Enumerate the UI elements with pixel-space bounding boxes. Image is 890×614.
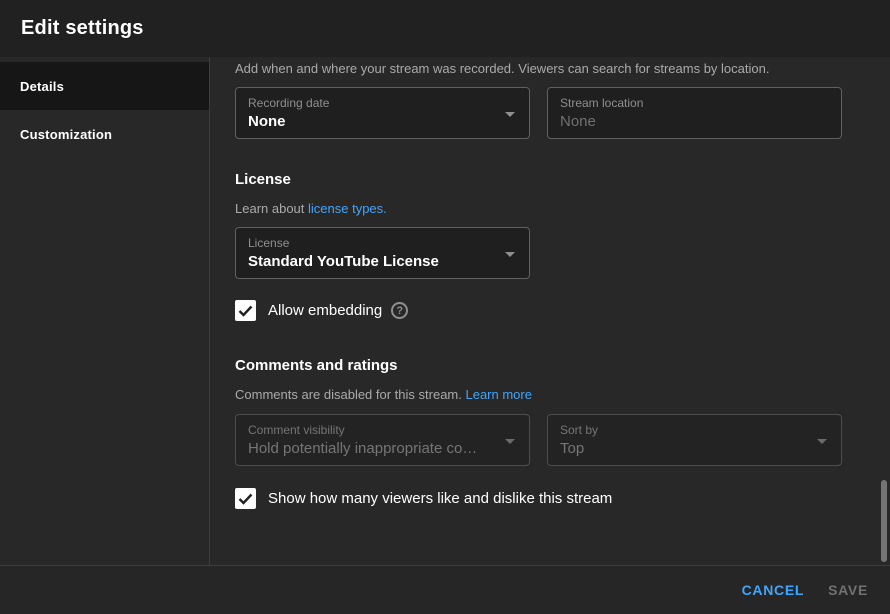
sort-by-value: Top (560, 438, 807, 459)
sort-by-label: Sort by (560, 422, 807, 438)
recording-date-label: Recording date (248, 95, 495, 111)
check-icon (238, 305, 253, 317)
license-section-heading: License (235, 170, 890, 190)
details-panel: Add when and where your stream was recor… (210, 57, 890, 565)
sidebar-item-label: Details (20, 79, 64, 94)
show-ratings-row: Show how many viewers like and dislike t… (235, 488, 890, 509)
comment-visibility-value: Hold potentially inappropriate co… (248, 438, 495, 459)
comments-settings-row: Comment visibility Hold potentially inap… (235, 414, 890, 466)
sidebar-item-customization[interactable]: Customization (0, 110, 209, 158)
chevron-down-icon (505, 252, 515, 257)
dialog-title: Edit settings (21, 17, 144, 40)
learn-more-link[interactable]: Learn more (465, 387, 531, 402)
comments-note: Comments are disabled for this stream. L… (235, 386, 890, 404)
sidebar-item-label: Customization (20, 127, 112, 142)
chevron-down-icon (505, 439, 515, 444)
license-types-link[interactable]: license types. (308, 201, 387, 216)
date-location-row: Recording date None Stream location None (235, 87, 890, 139)
comments-section-heading: Comments and ratings (235, 356, 890, 376)
chevron-down-icon (505, 112, 515, 117)
comments-note-text: Comments are disabled for this stream. (235, 387, 465, 402)
scrollbar-thumb[interactable] (881, 480, 887, 562)
recording-date-dropdown[interactable]: Recording date None (235, 87, 530, 139)
sidebar-item-details[interactable]: Details (0, 62, 209, 110)
license-label: License (248, 235, 495, 251)
allow-embedding-label: Allow embedding (268, 302, 382, 319)
show-ratings-label: Show how many viewers like and dislike t… (268, 490, 612, 507)
stream-location-input[interactable]: Stream location None (547, 87, 842, 139)
stream-location-label: Stream location (560, 95, 807, 111)
allow-embedding-checkbox[interactable] (235, 300, 256, 321)
dialog-footer: CANCEL SAVE (0, 565, 890, 614)
cancel-button[interactable]: CANCEL (742, 574, 805, 606)
license-value: Standard YouTube License (248, 251, 495, 272)
save-button[interactable]: SAVE (828, 574, 868, 606)
license-dropdown[interactable]: License Standard YouTube License (235, 227, 530, 279)
location-hint-text: Add when and where your stream was recor… (235, 60, 890, 78)
recording-date-value: None (248, 111, 495, 132)
license-note: Learn about license types. (235, 200, 890, 218)
show-ratings-checkbox[interactable] (235, 488, 256, 509)
comment-visibility-dropdown: Comment visibility Hold potentially inap… (235, 414, 530, 466)
sort-by-dropdown: Sort by Top (547, 414, 842, 466)
dialog-body: Details Customization Add when and where… (0, 57, 890, 565)
allow-embedding-row: Allow embedding ? (235, 300, 890, 321)
chevron-down-icon (817, 439, 827, 444)
comment-visibility-label: Comment visibility (248, 422, 495, 438)
sidebar: Details Customization (0, 57, 210, 565)
dialog-header: Edit settings (0, 0, 890, 57)
license-note-text: Learn about (235, 201, 308, 216)
help-icon[interactable]: ? (391, 302, 408, 319)
check-icon (238, 493, 253, 505)
stream-location-placeholder: None (560, 111, 807, 132)
edit-settings-dialog: Edit settings Details Customization Add … (0, 0, 890, 614)
